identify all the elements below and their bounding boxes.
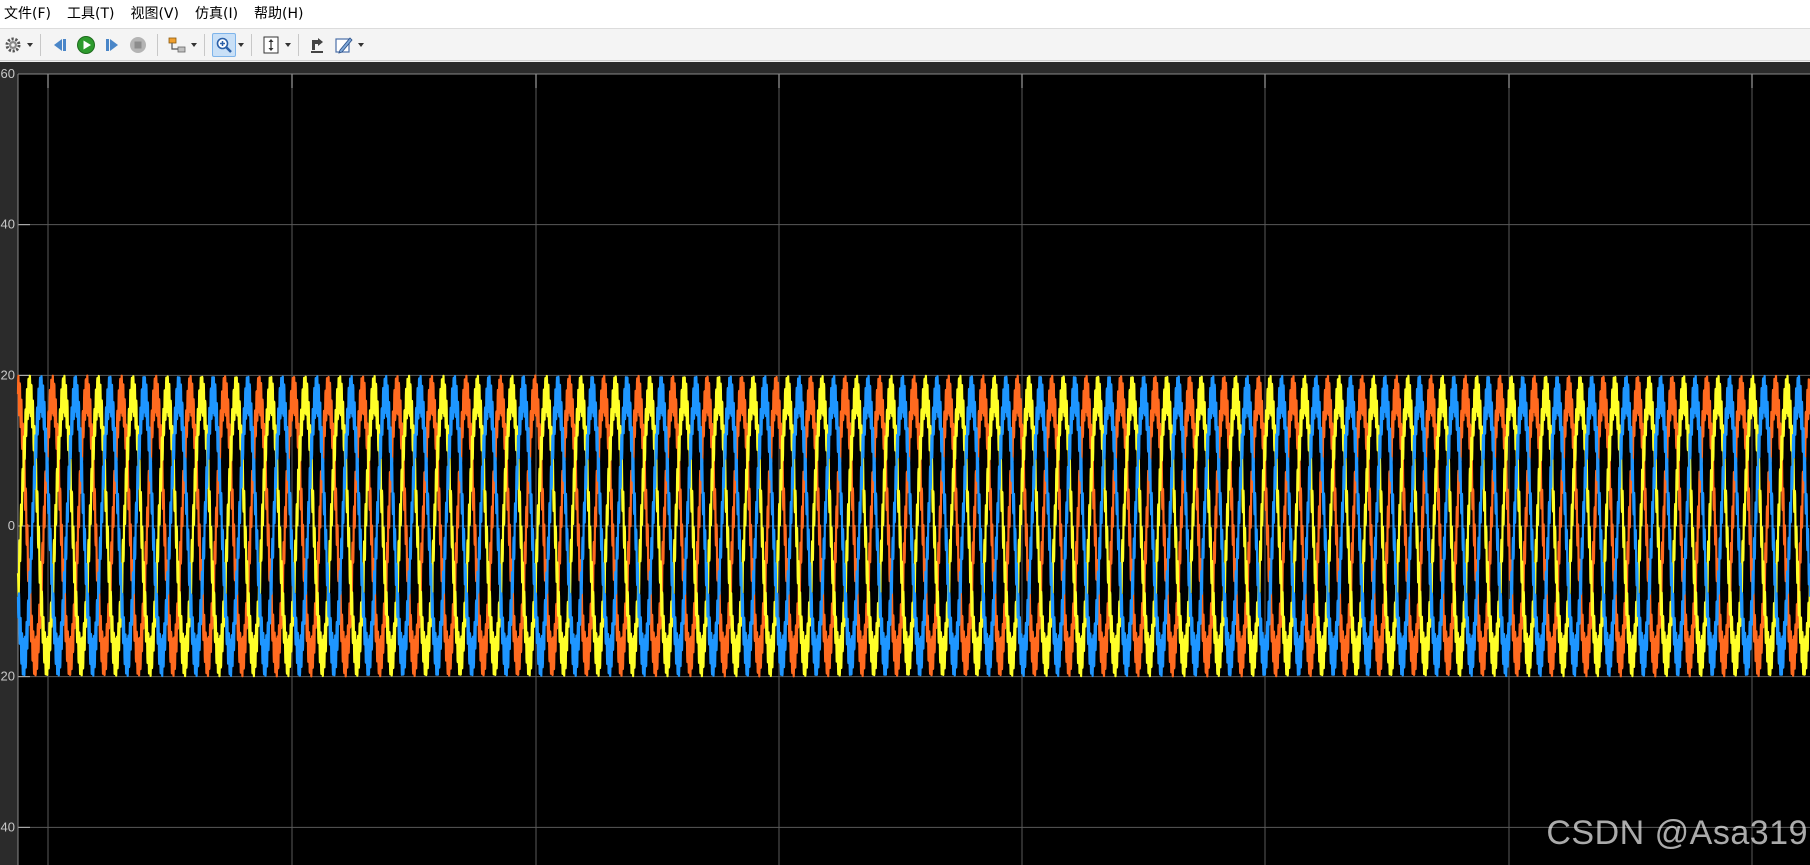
menu-help[interactable]: 帮助(H) <box>246 0 311 28</box>
settings-icon[interactable] <box>1 33 25 57</box>
y-tick-label: 0 <box>8 518 15 533</box>
scale-axes-dropdown-icon[interactable] <box>284 33 292 57</box>
cursor-measure-icon[interactable] <box>306 33 330 57</box>
settings-dropdown-icon[interactable] <box>26 33 34 57</box>
y-tick-label: 40 <box>1 819 15 834</box>
y-tick-label: 60 <box>1 66 15 81</box>
menu-view[interactable]: 视图(V) <box>122 0 187 28</box>
step-forward-icon[interactable] <box>100 33 124 57</box>
style-icon[interactable] <box>332 33 356 57</box>
toolbar-divider <box>40 33 41 56</box>
menu-file[interactable]: 文件(F) <box>0 0 59 28</box>
signal-selector-icon[interactable] <box>165 33 189 57</box>
menu-simulation[interactable]: 仿真(I) <box>187 0 246 28</box>
scope-plot: 60 40 20 0 20 40 <box>1 66 1810 865</box>
run-icon[interactable] <box>74 33 98 57</box>
toolbar-divider <box>157 33 158 56</box>
toolbar <box>0 29 1810 61</box>
y-tick-label: 40 <box>1 217 15 232</box>
zoom-dropdown-icon[interactable] <box>237 33 245 57</box>
signal-selector-dropdown-icon[interactable] <box>190 33 198 57</box>
toolbar-divider <box>204 33 205 56</box>
toolbar-divider <box>298 33 299 56</box>
zoom-in-icon[interactable] <box>212 32 236 57</box>
scale-axes-icon[interactable] <box>259 33 283 57</box>
toolbar-divider <box>251 33 252 56</box>
stop-icon[interactable] <box>126 33 150 57</box>
y-tick-label: 20 <box>1 669 15 684</box>
watermark-text: CSDN @Asa319 <box>1546 814 1808 852</box>
style-dropdown-icon[interactable] <box>357 33 365 57</box>
step-back-icon[interactable] <box>48 33 72 57</box>
scope-display: 60 40 20 0 20 40 CSDN @Asa319 <box>0 62 1810 865</box>
menu-bar: 文件(F) 工具(T) 视图(V) 仿真(I) 帮助(H) <box>0 0 1810 29</box>
menu-tools[interactable]: 工具(T) <box>59 0 122 28</box>
y-tick-label: 20 <box>1 367 15 382</box>
